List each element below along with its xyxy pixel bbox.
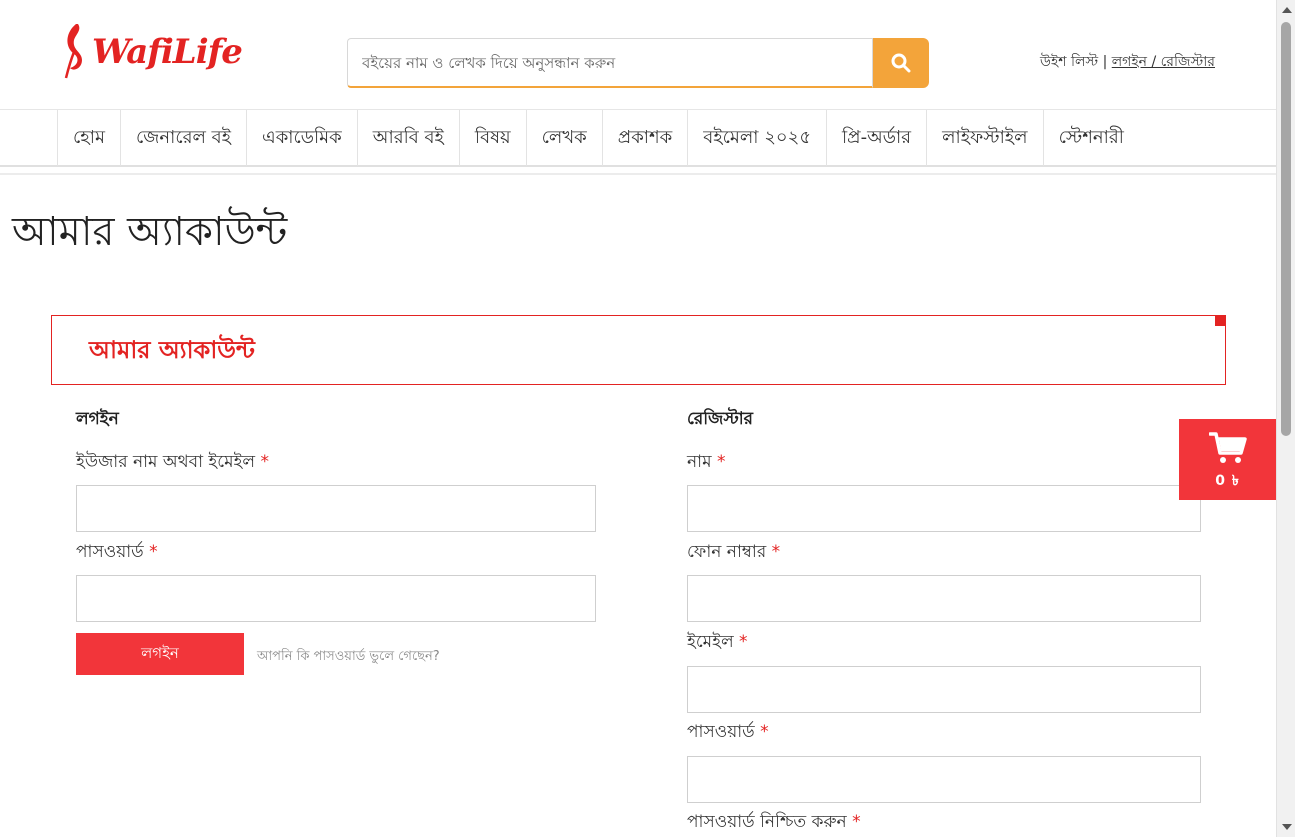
site-header: WafiLife উইশ লিস্ট | লগইন / রেজিস্টার — [0, 0, 1276, 110]
floating-cart-button[interactable]: 0 ৳ — [1179, 419, 1276, 500]
login-password-label-text: পাসওয়ার্ড — [76, 542, 144, 562]
confirm-password-label-text: পাসওয়ার্ড নিশ্চিত করুন — [687, 812, 847, 832]
nav-item-publishers[interactable]: প্রকাশক — [601, 110, 688, 166]
site-logo[interactable]: WafiLife — [60, 22, 243, 82]
username-field[interactable] — [76, 485, 596, 532]
required-mark: * — [149, 542, 158, 562]
page-title: আমার অ্যাকাউন্ট — [12, 209, 288, 255]
nav-item-academic[interactable]: একাডেমিক — [246, 110, 357, 166]
nav-item-home[interactable]: হোম — [57, 110, 120, 166]
login-password-field[interactable] — [76, 575, 596, 622]
register-heading: রেজিস্টার — [687, 409, 754, 429]
box-corner-mark — [1215, 315, 1226, 326]
phone-label-text: ফোন নাম্বার — [687, 542, 767, 562]
search-button[interactable] — [873, 38, 929, 88]
search-bar — [347, 38, 929, 88]
wishlist-link[interactable]: উইশ লিস্ট — [1040, 54, 1098, 70]
email-field[interactable] — [687, 666, 1201, 713]
nav-item-subjects[interactable]: বিষয় — [458, 110, 526, 166]
forgot-password-link[interactable]: আপনি কি পাসওয়ার্ড ভুলে গেছেন? — [257, 647, 440, 668]
confirm-password-label: পাসওয়ার্ড নিশ্চিত করুন * — [687, 809, 861, 837]
main-nav: হোম জেনারেল বই একাডেমিক আরবি বই বিষয় লে… — [0, 109, 1276, 167]
login-button[interactable]: লগইন — [76, 633, 244, 675]
scroll-up-arrow-icon[interactable] — [1282, 7, 1292, 13]
username-label-text: ইউজার নাম অথবা ইমেইল — [76, 452, 256, 472]
required-mark: * — [739, 632, 748, 652]
required-mark: * — [716, 452, 726, 472]
required-mark: * — [852, 812, 861, 832]
search-icon — [891, 53, 911, 73]
login-heading: লগইন — [76, 409, 119, 429]
scrollbar-thumb[interactable] — [1281, 22, 1291, 436]
nav-item-arabic-books[interactable]: আরবি বই — [356, 110, 459, 166]
login-register-link[interactable]: লগইন / রেজিস্টার — [1112, 54, 1215, 70]
search-input[interactable] — [347, 38, 873, 88]
phone-field[interactable] — [687, 575, 1201, 622]
page-scrollbar[interactable] — [1276, 0, 1295, 837]
logo-text: WafiLife — [92, 32, 243, 72]
nav-item-pre-order[interactable]: প্রি-অর্ডার — [826, 110, 926, 166]
logo-feather-icon — [64, 24, 82, 79]
account-box-title: আমার অ্যাকাউন্ট — [89, 336, 255, 364]
required-mark: * — [771, 542, 781, 562]
nav-item-general-books[interactable]: জেনারেল বই — [119, 110, 246, 166]
name-field[interactable] — [687, 485, 1201, 532]
account-header-box: আমার অ্যাকাউন্ট — [51, 315, 1226, 385]
email-label-text: ইমেইল — [687, 632, 734, 652]
top-links-separator: | — [1098, 54, 1112, 70]
register-password-field[interactable] — [687, 756, 1201, 803]
scroll-down-arrow-icon[interactable] — [1282, 824, 1292, 830]
register-password-label: পাসওয়ার্ড * — [687, 719, 769, 747]
cart-icon — [1208, 432, 1247, 463]
nav-divider — [0, 173, 1276, 175]
register-password-label-text: পাসওয়ার্ড — [687, 722, 755, 742]
cart-total: 0 ৳ — [1215, 473, 1240, 489]
name-label-text: নাম — [687, 452, 712, 472]
nav-item-stationery[interactable]: স্টেশনারী — [1042, 110, 1139, 166]
nav-item-lifestyle[interactable]: লাইফস্টাইল — [926, 110, 1042, 166]
username-label: ইউজার নাম অথবা ইমেইল * — [76, 449, 269, 477]
required-mark: * — [260, 452, 269, 472]
required-mark: * — [760, 722, 769, 742]
login-password-label: পাসওয়ার্ড * — [76, 539, 158, 567]
nav-item-authors[interactable]: লেখক — [525, 110, 602, 166]
nav-item-book-fair[interactable]: বইমেলা ২০২৫ — [687, 110, 826, 166]
phone-label: ফোন নাম্বার * — [687, 539, 780, 567]
top-links: উইশ লিস্ট | লগইন / রেজিস্টার — [1040, 50, 1215, 74]
name-label: নাম * — [687, 449, 725, 477]
email-label: ইমেইল * — [687, 629, 748, 657]
